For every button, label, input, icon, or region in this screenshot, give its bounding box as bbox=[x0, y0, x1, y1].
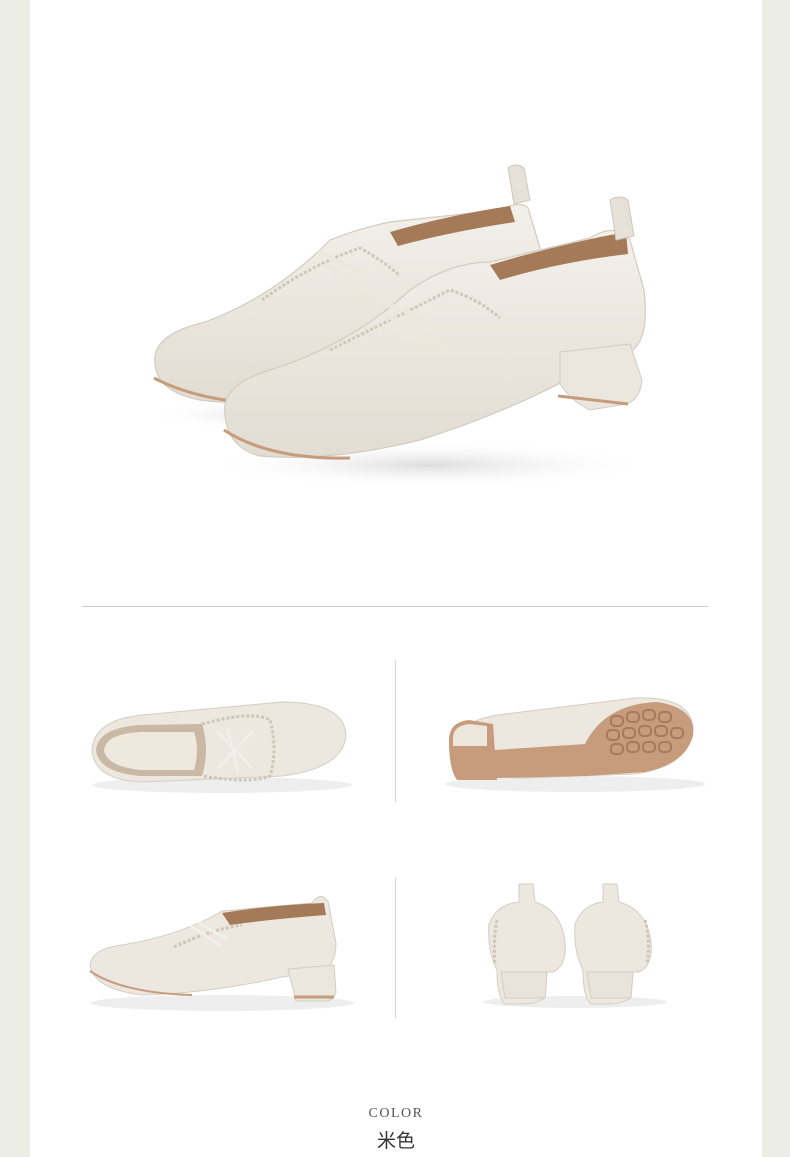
color-info: COLOR 米色 bbox=[30, 1106, 762, 1153]
shoe-sole-view-image bbox=[435, 680, 715, 810]
product-detail-page: COLOR 米色 bbox=[30, 0, 762, 1157]
color-label: COLOR bbox=[368, 1106, 424, 1121]
section-divider bbox=[82, 606, 708, 607]
shoe-back-view-image bbox=[475, 880, 675, 1010]
hero-shoes-image bbox=[30, 0, 762, 580]
shoe-top-view-image bbox=[82, 680, 362, 810]
color-name: 米色 bbox=[376, 1130, 415, 1152]
gallery-divider-bottom bbox=[395, 877, 396, 1018]
shoe-side-view-image bbox=[82, 885, 362, 1015]
gallery-divider-top bbox=[395, 660, 396, 802]
